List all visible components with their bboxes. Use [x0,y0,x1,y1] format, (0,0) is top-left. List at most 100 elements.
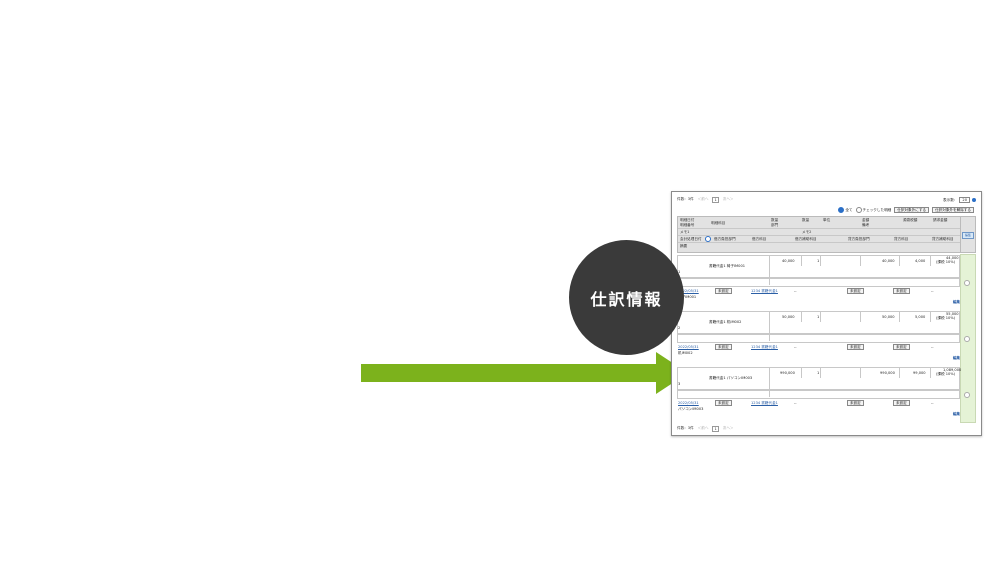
memo-row [677,389,960,399]
entry-number: 3 [678,382,681,386]
row-select-radio-3[interactable] [964,392,970,398]
entry-row-2: 書籍代金1 机IM002 50,000 1 50,000 5,000 55,00… [677,311,960,363]
display-select[interactable]: 20 [959,197,970,204]
divider [678,235,961,236]
hdr-note: 備考 [862,223,870,227]
edit-link[interactable]: 編集 [953,412,960,416]
debit-dept-select[interactable]: 未設定 [715,288,732,295]
next-link[interactable]: 次へ＞ [723,197,734,203]
memo-row [677,277,960,287]
account-link[interactable]: 1234 書籍代金1 [751,289,778,293]
unit-price: 40,000 [782,259,795,263]
prev-link[interactable]: ＜前へ [698,426,709,432]
row-select-radio-2[interactable] [964,336,970,342]
radio-checked-icon [838,207,845,214]
col-divider [930,367,931,378]
col-divider [930,255,931,266]
credit-dept-select[interactable]: 未設定 [847,344,864,351]
divider [678,242,961,243]
quantity: 1 [817,315,820,319]
tax: 5,000 [915,315,926,319]
credit-sub: -- [931,345,934,349]
unit-price: 50,000 [782,315,795,319]
debit-sub: -- [794,289,797,293]
callout-circle: 仕訳情報 [569,240,684,355]
credit-dept-select[interactable]: 未設定 [847,288,864,295]
tax-note: (課税 10%) [936,316,956,320]
edit-link[interactable]: 編集 [953,356,960,360]
summary-text: 机IM002 [678,351,693,355]
page-number[interactable]: 1 [712,197,719,204]
account-link[interactable]: 1234 書籍代金1 [751,345,778,349]
col-divider [820,311,821,322]
col-divider [801,311,802,322]
exclude-button[interactable]: 仕訳対象外にする [894,207,930,214]
divider [678,228,961,229]
credit-dept-select[interactable]: 未設定 [847,400,864,407]
col-divider [820,367,821,378]
quantity: 1 [817,259,820,263]
debit-dept-select[interactable]: 未設定 [715,400,732,407]
col-divider [899,255,900,266]
item-count: 件数：3件 [677,197,694,201]
entry-number: 2 [678,326,681,330]
col-divider [930,311,931,322]
hdr-debit-account: 借方科目 [752,237,767,241]
hdr-qty1: 数量 [771,218,779,222]
prev-link[interactable]: ＜前へ [698,197,709,203]
col-divider [801,255,802,266]
hdr-item: 明細科目 [711,221,726,225]
summary-text: パソコンIM003 [678,407,704,411]
hdr-debit-sub: 借方補助科目 [795,237,817,241]
entry-row-3: 書籍代金1 パソコンIM003 990,000 1 990,000 99,000… [677,367,961,419]
tax-note: (課税 10%) [936,372,956,376]
hdr-date: 明細日付 [680,218,695,222]
callout-label: 仕訳情報 [590,289,663,309]
display-count: 表示数： 20 [943,197,976,204]
col-divider [899,311,900,322]
col-divider [769,255,770,277]
col-divider [899,367,900,378]
item-name: 書籍代金1 椅子IM001 [709,264,746,268]
pager-bottom: 件数：3件 ＜前へ 1 次へ＞ [677,426,734,433]
hdr-credit-account: 貸方科目 [894,237,909,241]
credit-account-select[interactable]: 未設定 [893,344,910,351]
next-link[interactable]: 次へ＞ [723,426,734,432]
col-divider [769,333,770,341]
release-button[interactable]: 仕訳対象外を解除する [932,207,974,214]
credit-sub: -- [931,289,934,293]
radio-checked-rows[interactable]: チェックした明細 [855,207,891,214]
debit-dept-select[interactable]: 未設定 [715,344,732,351]
hdr-memo2: メモ2 [802,230,812,234]
date-link[interactable]: 2022/05/31 [678,345,699,349]
credit-account-select[interactable]: 未設定 [893,288,910,295]
page-number[interactable]: 1 [712,426,719,433]
toolbar: 全て チェックした明細 仕訳対象外にする 仕訳対象外を解除する [838,207,974,214]
edit-link[interactable]: 編集 [953,300,960,304]
item-name: 書籍代金1 パソコンIM003 [709,376,753,380]
hdr-qty2: 数量 [802,218,810,222]
hdr-post-date: 会計処理日付 [680,237,702,241]
debit-sub: -- [794,401,797,405]
edit-all-button[interactable]: 編集 [962,232,974,239]
tax-note: (課税 10%) [936,260,956,264]
row-select-radio-1[interactable] [964,280,970,286]
hdr-withholding: 源泉税額 [903,218,918,222]
hdr-no: 明細番号 [680,223,695,227]
help-icon[interactable] [972,198,976,203]
col-divider [769,389,770,397]
hdr-credit-sub: 貸方補助科目 [932,237,954,241]
hdr-debit-dept: 借方負担部門 [714,237,736,241]
col-divider [820,255,821,266]
account-link[interactable]: 1234 書籍代金1 [751,401,778,405]
hdr-unit: 単位 [823,218,831,222]
tax: 99,000 [913,371,926,375]
credit-account-select[interactable]: 未設定 [893,400,910,407]
radio-all[interactable]: 全て [838,207,853,214]
date-link[interactable]: 2022/05/31 [678,401,699,405]
memo-row [677,333,960,343]
col-divider [769,311,770,333]
radio-icon [855,207,862,214]
tax: 4,000 [915,259,926,263]
quantity: 1 [817,371,820,375]
